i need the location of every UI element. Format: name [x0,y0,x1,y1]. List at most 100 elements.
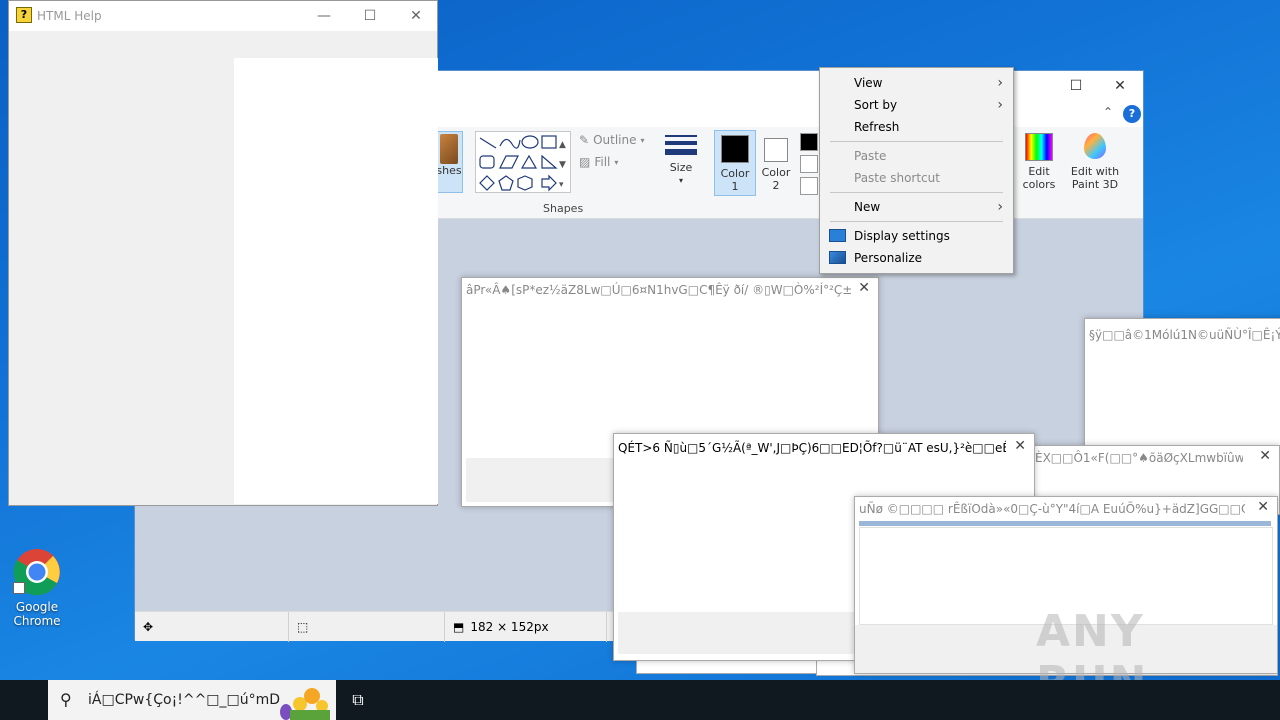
color2-label: Color [761,166,791,179]
help-content-pane[interactable] [234,58,438,504]
brushes-button[interactable]: shes [435,131,463,193]
menu-item-label: Sort by [854,98,898,112]
fill-label: Fill [594,155,611,169]
color1-number: 1 [731,180,739,193]
fill-button[interactable]: ▨ Fill ▾ [579,155,618,169]
dialog-title: ÈX□□Ô1«F(□□°♠õäØçXLmwbïûws[°▯¢... [1035,451,1243,465]
menu-item-paste-shortcut: Paste shortcut [820,167,1013,189]
image-dimensions: 182 × 152px [470,620,549,634]
brush-icon [440,134,458,164]
color2-swatch [764,138,788,162]
taskbar-search-box[interactable]: ⚲ iÁ□CPw{Ço¡!^^□_□ú°mD [48,680,336,720]
edit-colors-label: Edit [1028,165,1050,178]
chevron-right-icon: › [997,75,1003,91]
display-icon [829,229,846,242]
image-size: ⬒ 182 × 152px [445,612,607,642]
collapse-ribbon-icon[interactable]: ⌃ [1103,105,1123,125]
edit-colors-button[interactable]: Edit colors [1017,131,1061,197]
maximize-button[interactable]: ☐ [347,1,393,31]
chevron-right-icon: › [997,97,1003,113]
paint3d-label-2: Paint 3D [1071,178,1119,191]
menu-item-label: Paste shortcut [854,171,940,185]
palette-color[interactable] [800,155,818,173]
desktop-icon-chrome[interactable]: ↗ Google Chrome [8,548,66,628]
edit-colors-label-2: colors [1022,178,1056,191]
palette-color[interactable] [800,133,818,151]
menu-item-label: New [854,200,881,214]
menu-item-personalize[interactable]: Personalize [820,247,1013,269]
menu-separator [830,141,1003,142]
menu-separator [830,221,1003,222]
window-title: HTML Help [37,9,102,23]
chevron-down-icon: ▾ [614,157,619,167]
size-label: Size [669,161,693,174]
menu-item-new[interactable]: New › [820,196,1013,218]
size-button[interactable]: Size ▾ [659,131,703,193]
outline-button[interactable]: ✎ Outline ▾ [579,133,645,147]
color1-swatch [721,135,749,163]
progress-bar [859,521,1271,526]
menu-item-paste: Paste [820,145,1013,167]
shapes-gallery-icons [479,135,558,192]
menu-item-view[interactable]: View › [820,72,1013,94]
close-icon[interactable]: ✕ [858,280,870,296]
search-text: iÁ□CPw{Ço¡!^^□_□ú°mD [88,692,281,708]
shapes-gallery[interactable] [475,131,571,193]
brushes-label: shes [436,164,462,177]
move-icon: ✥ [143,620,154,634]
menu-item-display-settings[interactable]: Display settings [820,225,1013,247]
paint3d-label: Edit with [1070,165,1120,178]
selection-icon: ⬚ [297,620,309,634]
help-titlebar: ? HTML Help — ☐ ✕ [9,1,437,31]
garbled-dialog-3: §ÿ□□â©1Mólú1N©uüÑÙ°Î□Ê¡ÝøÀE [1084,318,1280,448]
menu-item-label: Refresh [854,120,900,134]
desktop-context-menu: View › Sort by › Refresh Paste Paste sho… [819,67,1014,274]
color1-button[interactable]: Color 1 [714,130,756,196]
shapes-group-label: Shapes [543,202,584,215]
shapes-scroll-icons[interactable]: ▲ ▼ ▾ [559,135,566,195]
task-view-icon[interactable]: ⧉ [346,688,370,712]
menu-item-label: Display settings [854,229,950,243]
dialog-title: uÑø ©□□□□ rÊßïOdà»«0□Ç-ù°Y"4í□A EuúÕ%u}+… [859,502,1245,516]
chrome-label: Google [15,600,59,614]
html-help-window: ? HTML Help — ☐ ✕ [8,0,438,506]
anyrun-watermark: ANY RUN [1036,606,1146,708]
close-icon[interactable]: ✕ [1257,499,1269,515]
dialog-title: §ÿ□□â©1Mólú1N©uüÑÙ°Î□Ê¡ÝøÀE [1089,328,1280,342]
dialog-title: QÉT>6 Ñ▯ù□5´G½Ã(ª_W',J□ÞÇ)6□□ED¦Õf?□ü¨AT… [618,441,1006,455]
palette-color[interactable] [800,177,818,195]
color2-number: 2 [772,179,780,192]
paint3d-icon [1084,133,1106,159]
menu-separator [830,192,1003,193]
menu-item-refresh[interactable]: Refresh [820,116,1013,138]
close-icon[interactable]: ✕ [1259,448,1271,464]
help-app-icon: ? [16,7,32,23]
help-icon[interactable]: ? [1123,105,1141,123]
search-highlight-icon [270,682,334,720]
color2-button[interactable]: Color 2 [757,130,795,196]
menu-item-label: Personalize [854,251,923,265]
paint-maximize-button[interactable]: ☐ [1053,71,1099,101]
menu-item-label: View [854,76,883,90]
palette-icon [1025,133,1053,161]
menu-item-sort-by[interactable]: Sort by › [820,94,1013,116]
dialog-title: âPr«Â♠[sP*ez½äZ8Lw□Ú□6¤N1hvG□C¶Êÿ ðí/ ®▯… [466,283,851,297]
minimize-button[interactable]: — [301,1,347,31]
chevron-down-icon: ▾ [678,176,683,185]
chevron-down-icon: ▾ [640,135,645,145]
outline-label: Outline [593,133,637,147]
shortcut-arrow-icon: ↗ [13,582,25,594]
size-icon [665,135,697,155]
close-icon[interactable]: ✕ [1014,438,1026,454]
chevron-right-icon: › [997,199,1003,215]
image-size-icon: ⬒ [453,620,465,634]
start-button[interactable] [0,680,48,720]
edit-paint3d-button[interactable]: Edit with Paint 3D [1067,131,1123,197]
chrome-icon: ↗ [13,548,61,596]
color1-label: Color [720,167,750,180]
menu-item-label: Paste [854,149,887,163]
personalize-icon [829,251,846,264]
selection-size: ⬚ [289,612,445,642]
close-button[interactable]: ✕ [393,1,439,31]
paint-close-button[interactable]: ✕ [1097,71,1143,101]
